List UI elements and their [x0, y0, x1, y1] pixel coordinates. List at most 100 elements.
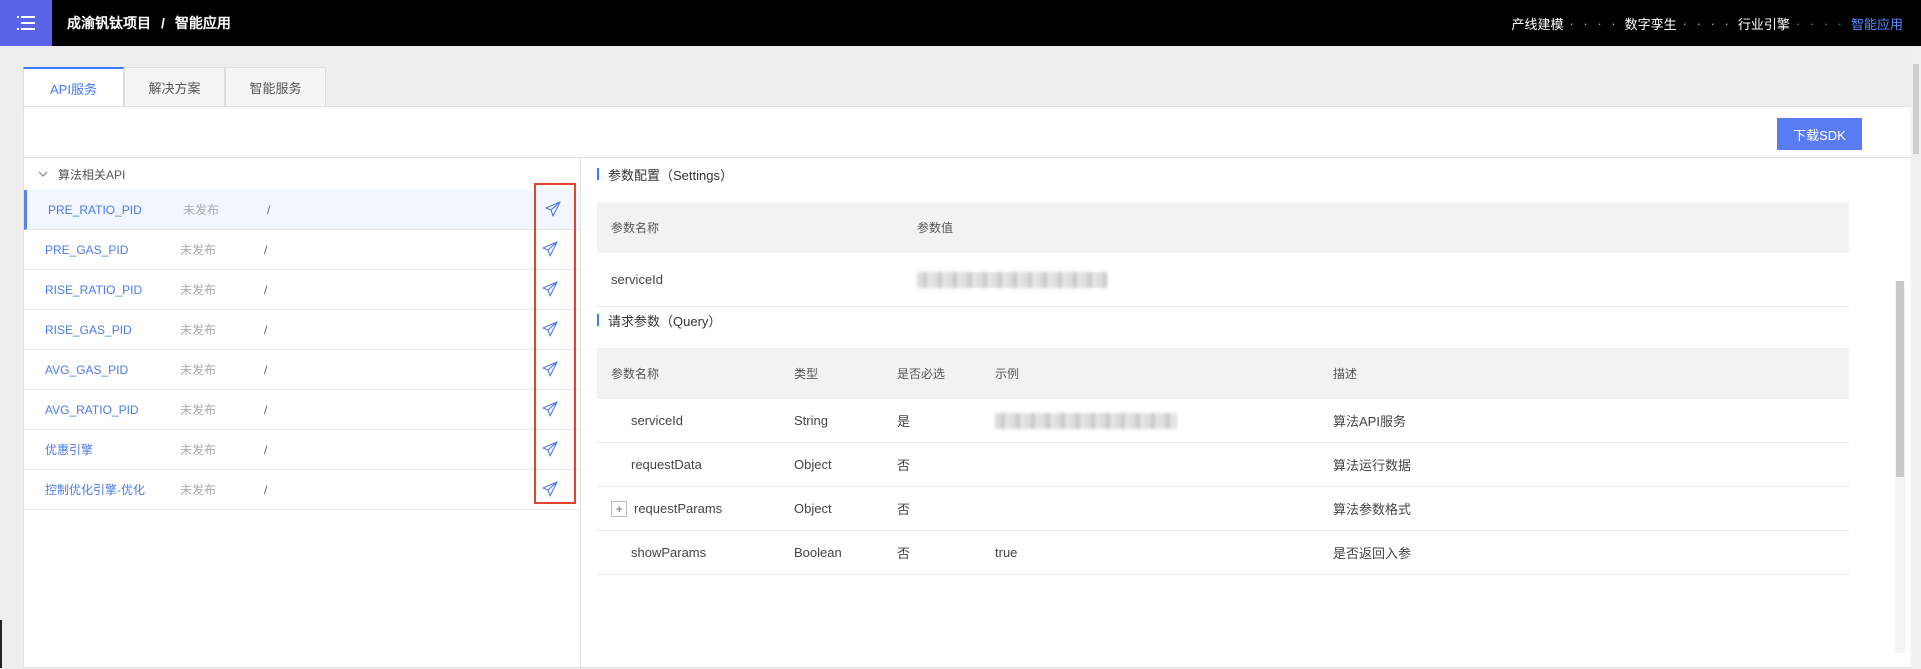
content-panel: 下载SDK 算法相关API PRE_RATIO_PID 未发布 / PRE_GAS_P… — [23, 106, 1921, 669]
chevron-down-icon — [38, 171, 48, 177]
settings-row: serviceId — [597, 253, 1849, 307]
query-section-title: 请求参数（Query） — [597, 312, 722, 329]
api-name[interactable]: PRE_GAS_PID — [45, 243, 128, 257]
api-extra: / — [264, 482, 268, 497]
query-param-desc: 算法参数格式 — [1333, 502, 1412, 517]
page-scrollbar[interactable] — [1911, 46, 1921, 668]
nav-dots: · · · · — [1569, 15, 1619, 31]
nav-item-smart-app[interactable]: 智能应用 — [1851, 14, 1903, 33]
tab-smart-service[interactable]: 智能服务 — [225, 67, 326, 107]
query-param-required: 否 — [897, 502, 911, 517]
query-param-name: + requestParams — [611, 487, 722, 530]
query-table-row: + requestParams Object 否 算法参数格式 — [597, 487, 1849, 531]
nav-dots: · · · · — [1795, 15, 1845, 31]
api-extra: / — [267, 202, 271, 217]
api-name[interactable]: AVG_GAS_PID — [45, 363, 128, 377]
api-status: 未发布 — [180, 443, 217, 457]
query-table-header: 参数名称 类型 是否必选 示例 描述 — [597, 348, 1849, 399]
query-param-name: showParams — [631, 545, 707, 560]
tab-solutions[interactable]: 解决方案 — [124, 67, 225, 107]
api-extra: / — [264, 322, 268, 337]
api-status: 未发布 — [180, 403, 217, 417]
query-param-type: Object — [794, 457, 832, 472]
api-status: 未发布 — [180, 323, 217, 337]
api-name[interactable]: RISE_GAS_PID — [45, 323, 132, 337]
settings-param-name: serviceId — [611, 272, 664, 287]
query-param-desc: 算法API服务 — [1333, 414, 1406, 429]
breadcrumb-page: 智能应用 — [174, 15, 231, 31]
api-extra: / — [264, 362, 268, 377]
api-name[interactable]: AVG_RATIO_PID — [45, 403, 139, 417]
query-table-row: requestData Object 否 算法运行数据 — [597, 443, 1849, 487]
query-table-row: showParams Boolean 否 true 是否返回入参 — [597, 531, 1849, 575]
breadcrumb: 成渝钒钛项目 / 智能应用 — [67, 0, 231, 46]
nav-item-production-modeling[interactable]: 产线建模 — [1511, 14, 1563, 33]
api-list-item[interactable]: RISE_GAS_PID 未发布 / — [24, 310, 580, 350]
api-detail: 参数配置（Settings） 参数名称 参数值 serviceId 请求参数（Q… — [581, 158, 1921, 669]
api-list: 算法相关API PRE_RATIO_PID 未发布 / PRE_GAS_PID 未发布 /… — [24, 158, 581, 669]
api-list-item[interactable]: 优惠引擎 未发布 / — [24, 430, 580, 470]
api-name[interactable]: RISE_RATIO_PID — [45, 283, 142, 297]
api-list-item[interactable]: AVG_GAS_PID 未发布 / — [24, 350, 580, 390]
api-name[interactable]: 优惠引擎 — [45, 441, 93, 458]
detail-scrollbar-thumb[interactable] — [1896, 281, 1904, 477]
api-status: 未发布 — [180, 363, 217, 377]
page-scrollbar-thumb[interactable] — [1913, 64, 1919, 154]
query-col-desc: 描述 — [1333, 367, 1358, 381]
api-list-item[interactable]: RISE_RATIO_PID 未发布 / — [24, 270, 580, 310]
query-param-desc: 算法运行数据 — [1333, 458, 1412, 473]
query-param-desc: 是否返回入参 — [1333, 546, 1412, 561]
highlight-box — [534, 183, 576, 504]
query-title-text: 请求参数（Query） — [608, 313, 722, 329]
settings-col-name: 参数名称 — [611, 221, 660, 235]
query-param-type: Object — [794, 501, 832, 516]
api-extra: / — [264, 242, 268, 257]
api-status: 未发布 — [180, 283, 217, 297]
settings-table-header: 参数名称 参数值 — [597, 202, 1849, 253]
query-param-type: String — [794, 413, 828, 428]
breadcrumb-project[interactable]: 成渝钒钛项目 — [67, 13, 151, 33]
api-extra: / — [264, 402, 268, 417]
query-table-row: serviceId String 是 算法API服务 — [597, 399, 1849, 443]
api-name[interactable]: 控制优化引擎-优化 — [45, 481, 145, 498]
api-list-item[interactable]: 控制优化引擎-优化 未发布 / — [24, 470, 580, 510]
settings-param-value — [917, 253, 1107, 306]
query-col-required: 是否必选 — [897, 367, 946, 381]
window-edge — [0, 620, 2, 668]
query-col-type: 类型 — [794, 367, 819, 381]
api-list-item[interactable]: PRE_GAS_PID 未发布 / — [24, 230, 580, 270]
api-name[interactable]: PRE_RATIO_PID — [48, 203, 142, 217]
breadcrumb-separator: / — [161, 15, 165, 31]
nav-dots: · · · · — [1682, 15, 1732, 31]
nav-item-industry-engine[interactable]: 行业引擎 — [1738, 14, 1790, 33]
api-group-label: 算法相关API — [58, 167, 126, 182]
api-extra: / — [264, 282, 268, 297]
api-status: 未发布 — [180, 483, 217, 497]
query-param-example: true — [995, 545, 1018, 560]
query-param-required: 否 — [897, 458, 911, 473]
query-col-name: 参数名称 — [611, 367, 660, 381]
query-param-type: Boolean — [794, 545, 842, 560]
api-status: 未发布 — [180, 243, 217, 257]
tab-bar: API服务 解决方案 智能服务 — [23, 67, 326, 108]
nav-item-digital-twin[interactable]: 数字孪生 — [1625, 14, 1677, 33]
settings-col-value: 参数值 — [917, 221, 954, 235]
menu-button[interactable] — [0, 0, 52, 46]
api-list-item[interactable]: AVG_RATIO_PID 未发布 / — [24, 390, 580, 430]
query-param-name: serviceId — [631, 413, 684, 428]
detail-scrollbar[interactable] — [1895, 281, 1905, 653]
api-group-header[interactable]: 算法相关API — [24, 158, 580, 190]
api-status: 未发布 — [183, 203, 220, 217]
settings-title-text: 参数配置（Settings） — [608, 167, 733, 183]
query-param-required: 否 — [897, 546, 911, 561]
menu-icon — [17, 16, 35, 30]
query-col-example: 示例 — [995, 367, 1020, 381]
api-list-item[interactable]: PRE_RATIO_PID 未发布 / — [24, 190, 580, 230]
top-bar: 成渝钒钛项目 / 智能应用 产线建模 · · · · 数字孪生 · · · · … — [0, 0, 1921, 46]
api-extra: / — [264, 442, 268, 457]
expand-icon[interactable]: + — [611, 500, 627, 517]
query-param-name: requestData — [631, 457, 702, 472]
download-sdk-button[interactable]: 下载SDK — [1777, 118, 1862, 150]
top-nav: 产线建模 · · · · 数字孪生 · · · · 行业引擎 · · · · 智… — [1511, 0, 1903, 46]
tab-api-service[interactable]: API服务 — [23, 67, 124, 108]
